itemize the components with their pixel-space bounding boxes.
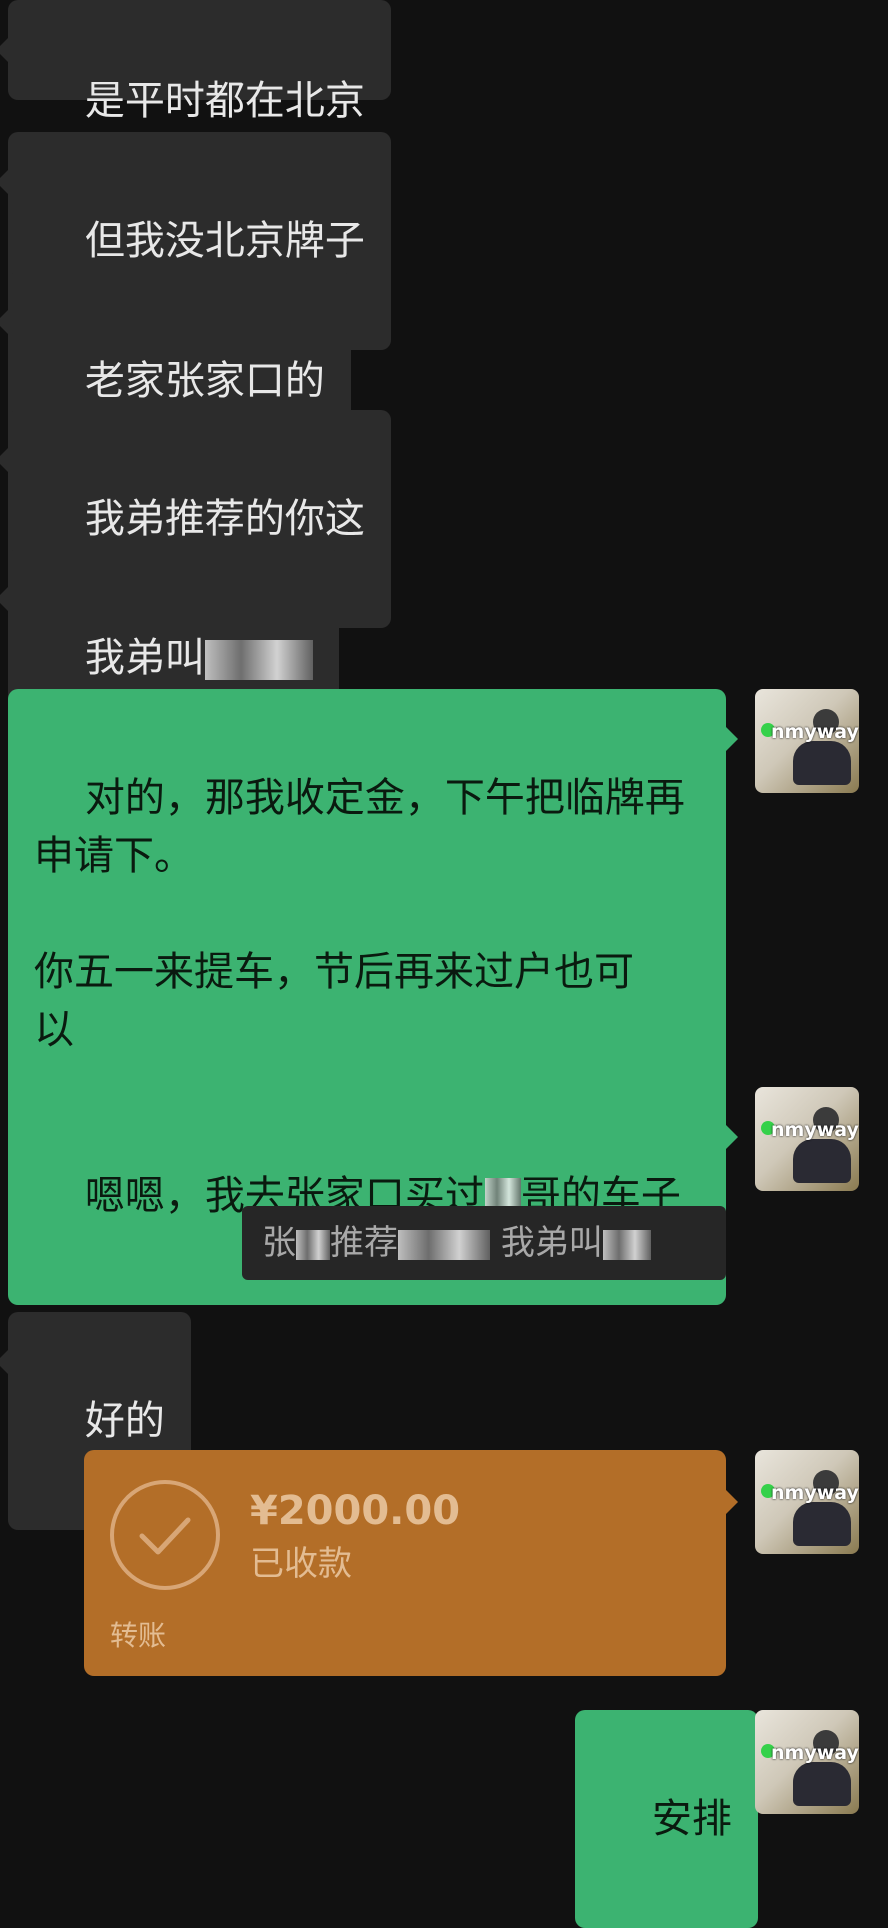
quote-text: 张 bbox=[262, 1223, 296, 1263]
avatar-name: nmyway bbox=[771, 1119, 859, 1141]
message-outgoing[interactable]: 安排 bbox=[575, 1710, 770, 1928]
message-text: 是平时都在北京 bbox=[84, 78, 365, 124]
redacted-name bbox=[296, 1229, 330, 1260]
redacted-name bbox=[398, 1229, 490, 1260]
avatar-name: nmyway bbox=[771, 1742, 859, 1764]
quote-text: 我弟叫 bbox=[500, 1223, 603, 1263]
quote-text: 推荐 bbox=[330, 1223, 398, 1263]
transfer-label: 转账 bbox=[110, 1619, 167, 1652]
avatar[interactable]: nmyway bbox=[755, 1087, 859, 1191]
avatar-name: nmyway bbox=[771, 1482, 859, 1504]
avatar[interactable]: nmyway bbox=[755, 1710, 859, 1814]
redacted-name bbox=[204, 640, 313, 680]
message-text: 对的，那我收定金，下午把临牌再 申请下。 你五一来提车，节后再来过户也可 以 bbox=[34, 775, 685, 1053]
transfer-status: 已收款 bbox=[250, 1544, 352, 1584]
transfer-amount: ¥2000.00 bbox=[250, 1488, 461, 1534]
message-text: 但我没北京牌子 bbox=[84, 218, 365, 264]
received-check-icon bbox=[110, 1480, 220, 1590]
message-outgoing[interactable]: 对的，那我收定金，下午把临牌再 申请下。 你五一来提车，节后再来过户也可 以 bbox=[8, 689, 738, 1139]
message-text: 好的 bbox=[84, 1398, 165, 1444]
message-text: 我弟推荐的你这 bbox=[84, 496, 365, 542]
avatar[interactable]: nmyway bbox=[755, 689, 859, 793]
quoted-message[interactable]: 张推荐 我弟叫 bbox=[242, 1206, 726, 1280]
avatar-name: nmyway bbox=[771, 721, 859, 743]
message-text: 我弟叫 bbox=[84, 635, 205, 681]
chat-area: 是平时都在北京 但我没北京牌子 老家张家口的 我弟推荐的你这 我弟叫 对的，那我… bbox=[0, 0, 888, 1928]
redacted-name bbox=[602, 1229, 651, 1260]
message-incoming[interactable]: 是平时都在北京 bbox=[0, 0, 391, 124]
message-text: 安排 bbox=[651, 1796, 732, 1842]
avatar[interactable]: nmyway bbox=[755, 1450, 859, 1554]
message-text: 老家张家口的 bbox=[84, 358, 325, 404]
transfer-card[interactable]: ¥2000.00 已收款 转账 bbox=[84, 1450, 738, 1676]
